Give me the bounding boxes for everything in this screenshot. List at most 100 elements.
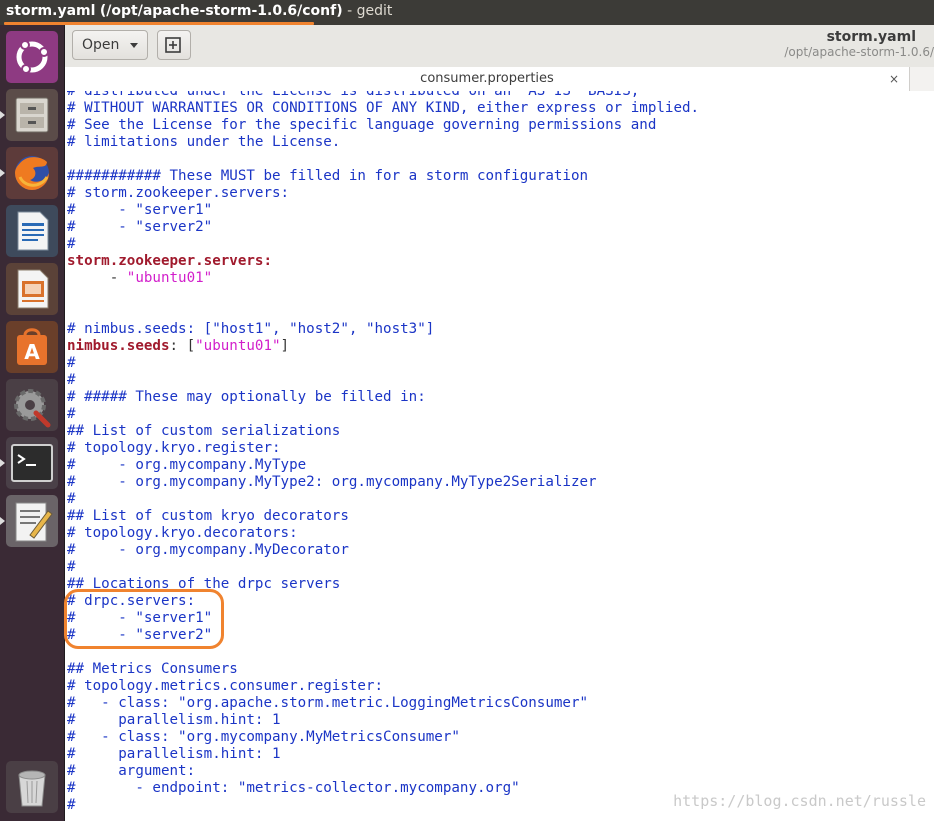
terminal-launcher-button[interactable] <box>6 437 58 489</box>
code-line[interactable]: # ##### These may optionally be filled i… <box>67 389 699 406</box>
close-icon[interactable]: × <box>889 72 899 86</box>
presentation-icon <box>17 269 49 309</box>
code-line[interactable]: # topology.metrics.consumer.register: <box>67 678 699 695</box>
terminal-icon <box>11 444 53 482</box>
firefox-launcher-button[interactable] <box>6 147 58 199</box>
code-line[interactable]: # - endpoint: "metrics-collector.mycompa… <box>67 780 699 797</box>
code-token: ## List of custom serializations <box>67 423 341 439</box>
firefox-icon <box>15 156 49 190</box>
running-indicator <box>0 111 5 119</box>
new-document-icon <box>165 37 181 53</box>
code-token: # <box>67 491 76 507</box>
code-line[interactable]: # topology.kryo.decorators: <box>67 525 699 542</box>
code-token: ## List of custom kryo decorators <box>67 508 349 524</box>
code-line[interactable]: # limitations under the License. <box>67 134 699 151</box>
code-line[interactable]: # parallelism.hint: 1 <box>67 712 699 729</box>
code-token: # - "server2" <box>67 627 213 643</box>
tab-consumer-properties[interactable]: consumer.properties × <box>65 67 910 91</box>
code-token: # <box>67 355 76 371</box>
code-line[interactable]: # <box>67 406 699 423</box>
ubuntu-logo-icon <box>16 40 49 74</box>
open-button[interactable]: Open <box>72 30 148 60</box>
code-line[interactable]: ​ <box>67 304 699 321</box>
running-indicator <box>0 459 5 467</box>
code-line[interactable]: # - org.mycompany.MyDecorator <box>67 542 699 559</box>
code-line[interactable]: # <box>67 797 699 814</box>
code-line[interactable]: # nimbus.seeds: ["host1", "host2", "host… <box>67 321 699 338</box>
code-line[interactable]: - "ubuntu01" <box>67 270 699 287</box>
settings-launcher-button[interactable] <box>6 379 58 431</box>
code-token: # storm.zookeeper.servers: <box>67 185 290 201</box>
ubuntu-dash-button[interactable] <box>6 31 58 83</box>
code-line[interactable]: # - "server1" <box>67 610 699 627</box>
code-token: # topology.kryo.decorators: <box>67 525 298 541</box>
code-line[interactable]: # - class: "org.apache.storm.metric.Logg… <box>67 695 699 712</box>
file-cabinet-icon <box>15 97 49 133</box>
code-line[interactable]: # drpc.servers: <box>67 593 699 610</box>
code-token: # - class: "org.apache.storm.metric.Logg… <box>67 695 589 711</box>
code-token: # WITHOUT WARRANTIES OR CONDITIONS OF AN… <box>67 100 700 116</box>
code-token: # - org.mycompany.MyType2: org.mycompany… <box>67 474 597 490</box>
code-line[interactable]: # - org.mycompany.MyType2: org.mycompany… <box>67 474 699 491</box>
code-line[interactable]: # WITHOUT WARRANTIES OR CONDITIONS OF AN… <box>67 100 699 117</box>
code-token: # - "server1" <box>67 202 213 218</box>
unity-launcher: A <box>0 25 65 821</box>
code-line[interactable]: # - org.mycompany.MyType <box>67 457 699 474</box>
window-titlebar: storm.yaml (/opt/apache-storm-1.0.6/conf… <box>0 0 934 25</box>
code-line[interactable]: ## Locations of the drpc servers <box>67 576 699 593</box>
code-token: # topology.metrics.consumer.register: <box>67 678 384 694</box>
code-token: # <box>67 372 76 388</box>
code-line[interactable]: # <box>67 491 699 508</box>
code-token: # parallelism.hint: 1 <box>67 712 281 728</box>
code-token: # - "server1" <box>67 610 213 626</box>
writer-launcher-button[interactable] <box>6 205 58 257</box>
svg-text:A: A <box>24 340 40 364</box>
code-line[interactable]: ​ <box>67 644 699 661</box>
code-line[interactable]: ​ <box>67 151 699 168</box>
impress-launcher-button[interactable] <box>6 263 58 315</box>
window-title-file: storm.yaml <box>6 3 96 19</box>
code-token: ## Locations of the drpc servers <box>67 576 341 592</box>
code-line[interactable]: ## List of custom kryo decorators <box>67 508 699 525</box>
code-line[interactable]: # storm.zookeeper.servers: <box>67 185 699 202</box>
software-launcher-button[interactable]: A <box>6 321 58 373</box>
code-token: # - endpoint: "metrics-collector.mycompa… <box>67 780 520 796</box>
text-editor-launcher-button[interactable] <box>6 495 58 547</box>
code-line[interactable]: # <box>67 372 699 389</box>
code-token: ] <box>280 338 290 354</box>
header-file-name: storm.yaml <box>826 29 916 45</box>
code-line[interactable]: # parallelism.hint: 1 <box>67 746 699 763</box>
code-line[interactable]: nimbus.seeds: ["ubuntu01"] <box>67 338 699 355</box>
files-launcher-button[interactable] <box>6 89 58 141</box>
code-line[interactable]: # topology.kryo.register: <box>67 440 699 457</box>
document-writer-icon <box>17 211 49 251</box>
code-line[interactable]: ########### These MUST be filled in for … <box>67 168 699 185</box>
code-token: # - "server2" <box>67 219 213 235</box>
code-line[interactable]: # distributed under the License is distr… <box>67 91 699 100</box>
trash-icon <box>18 770 46 807</box>
code-line[interactable]: # - class: "org.mycompany.MyMetricsConsu… <box>67 729 699 746</box>
software-center-icon: A <box>17 328 47 365</box>
open-button-label: Open <box>82 37 120 53</box>
code-line[interactable]: # - "server2" <box>67 219 699 236</box>
text-editor-area[interactable]: # distributed under the License is distr… <box>65 91 934 821</box>
code-token: ########### These MUST be filled in for … <box>67 168 589 184</box>
code-token: storm.zookeeper.servers: <box>67 253 272 269</box>
window-title: storm.yaml (/opt/apache-storm-1.0.6/conf… <box>6 3 392 19</box>
code-line[interactable]: ## Metrics Consumers <box>67 661 699 678</box>
code-line[interactable]: # See the License for the specific langu… <box>67 117 699 134</box>
code-line[interactable]: ​ <box>67 287 699 304</box>
code-line[interactable]: # <box>67 236 699 253</box>
trash-launcher-button[interactable] <box>6 761 58 813</box>
code-line[interactable]: # <box>67 355 699 372</box>
code-token: # parallelism.hint: 1 <box>67 746 281 762</box>
code-line[interactable]: # <box>67 559 699 576</box>
code-line[interactable]: # - "server1" <box>67 202 699 219</box>
code-line[interactable]: ## List of custom serializations <box>67 423 699 440</box>
code-token: ## Metrics Consumers <box>67 661 238 677</box>
code-line[interactable]: # argument: <box>67 763 699 780</box>
code-line[interactable]: # - "server2" <box>67 627 699 644</box>
code-line[interactable]: storm.zookeeper.servers: <box>67 253 699 270</box>
new-tab-button[interactable] <box>157 30 191 60</box>
code-view[interactable]: # distributed under the License is distr… <box>67 91 699 814</box>
